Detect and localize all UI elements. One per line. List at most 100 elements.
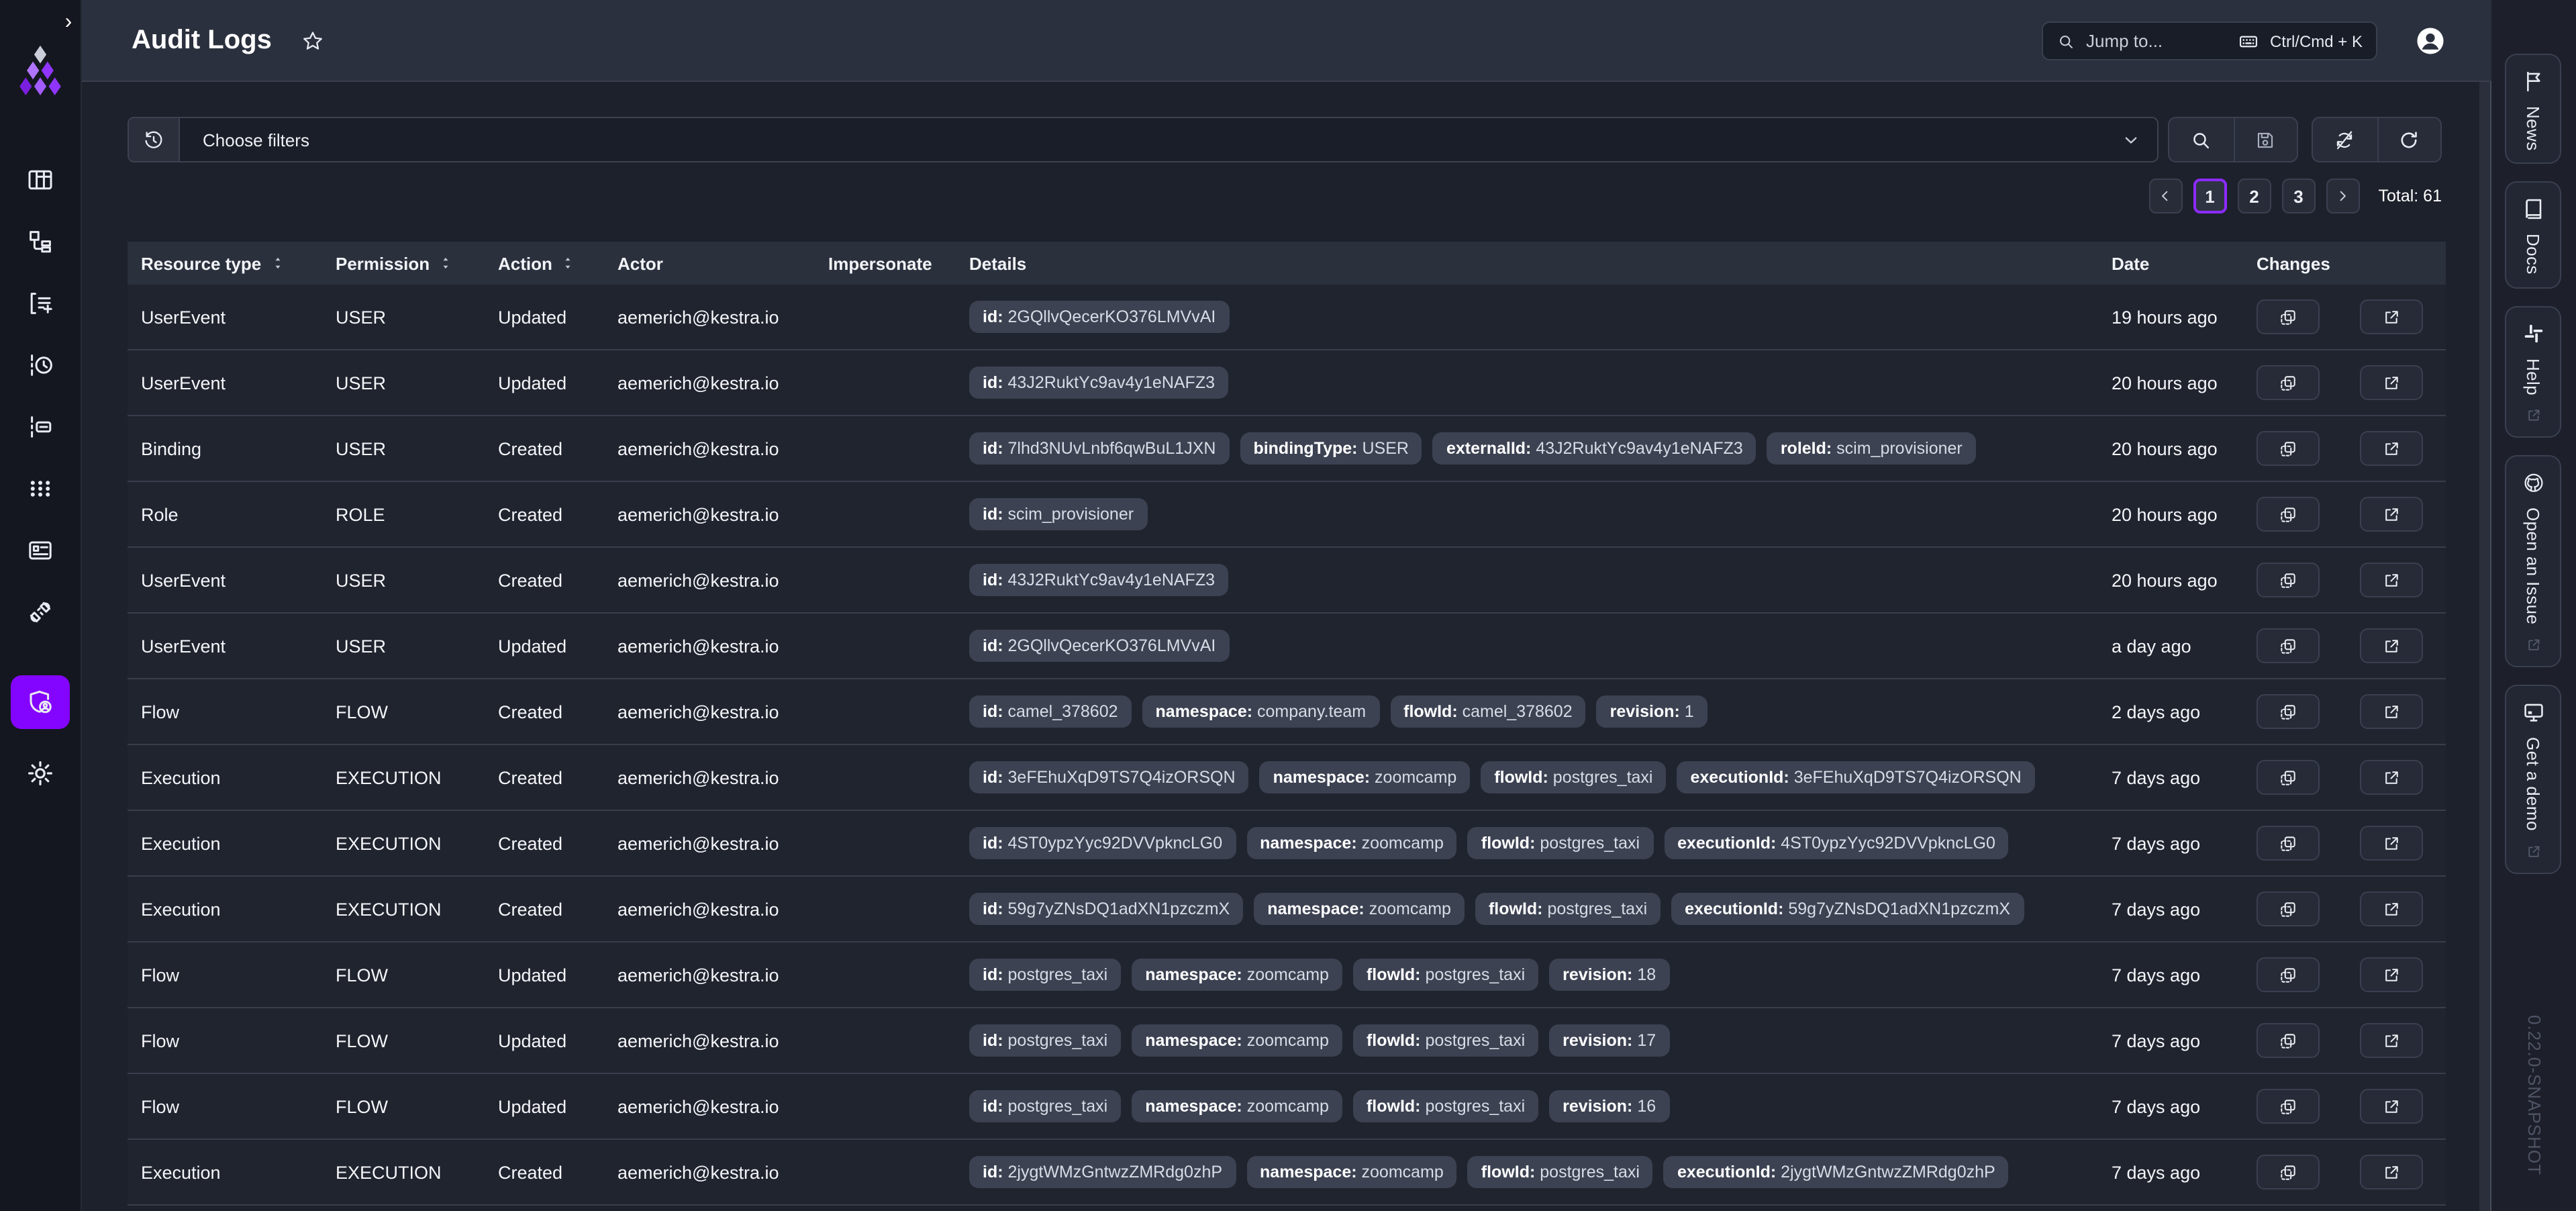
detail-badge: flowId: postgres_taxi [1467, 1156, 1653, 1188]
rail-tab-help[interactable]: Help [2505, 305, 2561, 438]
open-detail-button[interactable] [2360, 891, 2423, 926]
open-detail-button[interactable] [2360, 760, 2423, 795]
filter-history-segment[interactable] [129, 118, 180, 161]
column-label: Details [969, 253, 1027, 273]
sidebar-item-dashboard[interactable] [11, 149, 70, 211]
open-detail-button[interactable] [2360, 497, 2423, 532]
detail-badge: id: scim_provisioner [969, 498, 1148, 530]
filters-placeholder: Choose filters [203, 130, 309, 150]
open-detail-button[interactable] [2360, 431, 2423, 466]
action-cell: Created [498, 899, 563, 919]
jump-to-search[interactable]: Jump to... Ctrl/Cmd + K [2042, 21, 2377, 60]
date-cell: 20 hours ago [2112, 438, 2218, 458]
resource-type-cell: Execution [141, 767, 221, 787]
open-detail-button[interactable] [2360, 299, 2423, 334]
external-link-icon [2524, 637, 2542, 655]
plug-icon [26, 597, 55, 627]
detail-badge: executionId: 4ST0ypzYyc92DVVpkncLG0 [1664, 827, 2009, 859]
open-detail-button[interactable] [2360, 628, 2423, 663]
changes-diff-button[interactable] [2257, 891, 2320, 926]
changes-diff-button[interactable] [2257, 760, 2320, 795]
page-button-2[interactable]: 2 [2237, 179, 2271, 213]
rail-tab-get-a-demo[interactable]: Get a demo [2505, 685, 2561, 875]
auto-refresh-off-button[interactable] [2313, 118, 2377, 161]
details-cell: id: camel_378602 namespace: company.team f… [969, 695, 2112, 728]
changes-diff-button[interactable] [2257, 1155, 2320, 1190]
open-detail-button[interactable] [2360, 1089, 2423, 1124]
favorite-star-icon[interactable] [301, 30, 325, 54]
vertical-scrollbar[interactable] [2479, 82, 2491, 1211]
detail-badge: id: 2GQllvQecerKO376LMVvAI [969, 630, 1230, 662]
actor-cell: aemerich@kestra.io [617, 636, 779, 656]
sidebar-item-flows[interactable] [11, 211, 70, 273]
action-cell: Created [498, 833, 563, 853]
column-header-resource-type[interactable]: Resource type [141, 253, 336, 273]
actor-cell: aemerich@kestra.io [617, 701, 779, 722]
action-cell: Updated [498, 1096, 567, 1116]
sort-icon[interactable] [269, 255, 285, 271]
changes-diff-button[interactable] [2257, 497, 2320, 532]
sidebar-item-apps[interactable] [11, 458, 70, 520]
floppy-icon [2255, 128, 2277, 151]
changes-diff-button[interactable] [2257, 694, 2320, 729]
next-page-button[interactable] [2326, 179, 2360, 213]
open-detail-button[interactable] [2360, 1155, 2423, 1190]
date-cell: 20 hours ago [2112, 373, 2218, 393]
sort-icon[interactable] [560, 255, 577, 271]
detail-badge: flowId: postgres_taxi [1475, 893, 1661, 925]
date-cell: 7 days ago [2112, 1162, 2201, 1182]
open-detail-button[interactable] [2360, 957, 2423, 992]
kestra-logo-icon[interactable] [15, 43, 66, 97]
sidebar-item-executions[interactable] [11, 334, 70, 396]
user-avatar[interactable] [2414, 24, 2447, 58]
changes-diff-button[interactable] [2257, 1089, 2320, 1124]
column-header-permission[interactable]: Permission [336, 253, 498, 273]
actor-cell: aemerich@kestra.io [617, 373, 779, 393]
external-icon [2381, 570, 2401, 590]
changes-diff-button[interactable] [2257, 431, 2320, 466]
search-button[interactable] [2169, 118, 2233, 161]
grid-icon [26, 165, 55, 195]
save-filter-button[interactable] [2233, 118, 2297, 161]
open-detail-button[interactable] [2360, 1023, 2423, 1058]
chevron-down-icon[interactable] [2103, 118, 2157, 161]
changes-diff-button[interactable] [2257, 628, 2320, 663]
sidebar-item-blueprints[interactable] [11, 520, 70, 581]
actor-cell: aemerich@kestra.io [617, 307, 779, 327]
sidebar-item-tests[interactable] [11, 273, 70, 334]
action-cell: Updated [498, 965, 567, 985]
sort-icon[interactable] [438, 255, 454, 271]
resource-type-cell: Execution [141, 899, 221, 919]
changes-diff-button[interactable] [2257, 826, 2320, 861]
detail-badge: namespace: zoomcamp [1259, 761, 1471, 793]
changes-diff-button[interactable] [2257, 299, 2320, 334]
sidebar-item-settings[interactable] [11, 742, 70, 804]
filters-input[interactable]: Choose filters [128, 117, 2159, 162]
sidebar-item-plugins[interactable] [11, 581, 70, 643]
open-detail-button[interactable] [2360, 826, 2423, 861]
rail-tab-docs[interactable]: Docs [2505, 181, 2561, 289]
column-label: Date [2112, 253, 2150, 273]
diff-icon [2278, 438, 2298, 458]
open-detail-button[interactable] [2360, 694, 2423, 729]
page-button-1[interactable]: 1 [2193, 179, 2227, 213]
open-detail-button[interactable] [2360, 365, 2423, 400]
search-icon [2057, 32, 2075, 50]
sidebar-item-administration[interactable] [11, 675, 70, 729]
sidebar-item-logs[interactable] [11, 396, 70, 458]
sidebar-expand-chevron-icon[interactable]: › [59, 11, 78, 35]
rail-tab-label: Help [2523, 358, 2543, 395]
page-button-3[interactable]: 3 [2281, 179, 2316, 213]
version-label: 0.22.0-SNAPSHOT [2524, 1015, 2544, 1175]
refresh-button[interactable] [2377, 118, 2440, 161]
changes-diff-button[interactable] [2257, 365, 2320, 400]
changes-diff-button[interactable] [2257, 957, 2320, 992]
open-detail-button[interactable] [2360, 563, 2423, 597]
column-header-action[interactable]: Action [498, 253, 617, 273]
rail-tab-open-an-issue[interactable]: Open an Issue [2505, 455, 2561, 668]
changes-diff-button[interactable] [2257, 563, 2320, 597]
prev-page-button[interactable] [2148, 179, 2183, 213]
changes-diff-button[interactable] [2257, 1023, 2320, 1058]
rail-tab-news[interactable]: News [2505, 54, 2561, 164]
column-header-changes: Changes [2257, 253, 2446, 273]
